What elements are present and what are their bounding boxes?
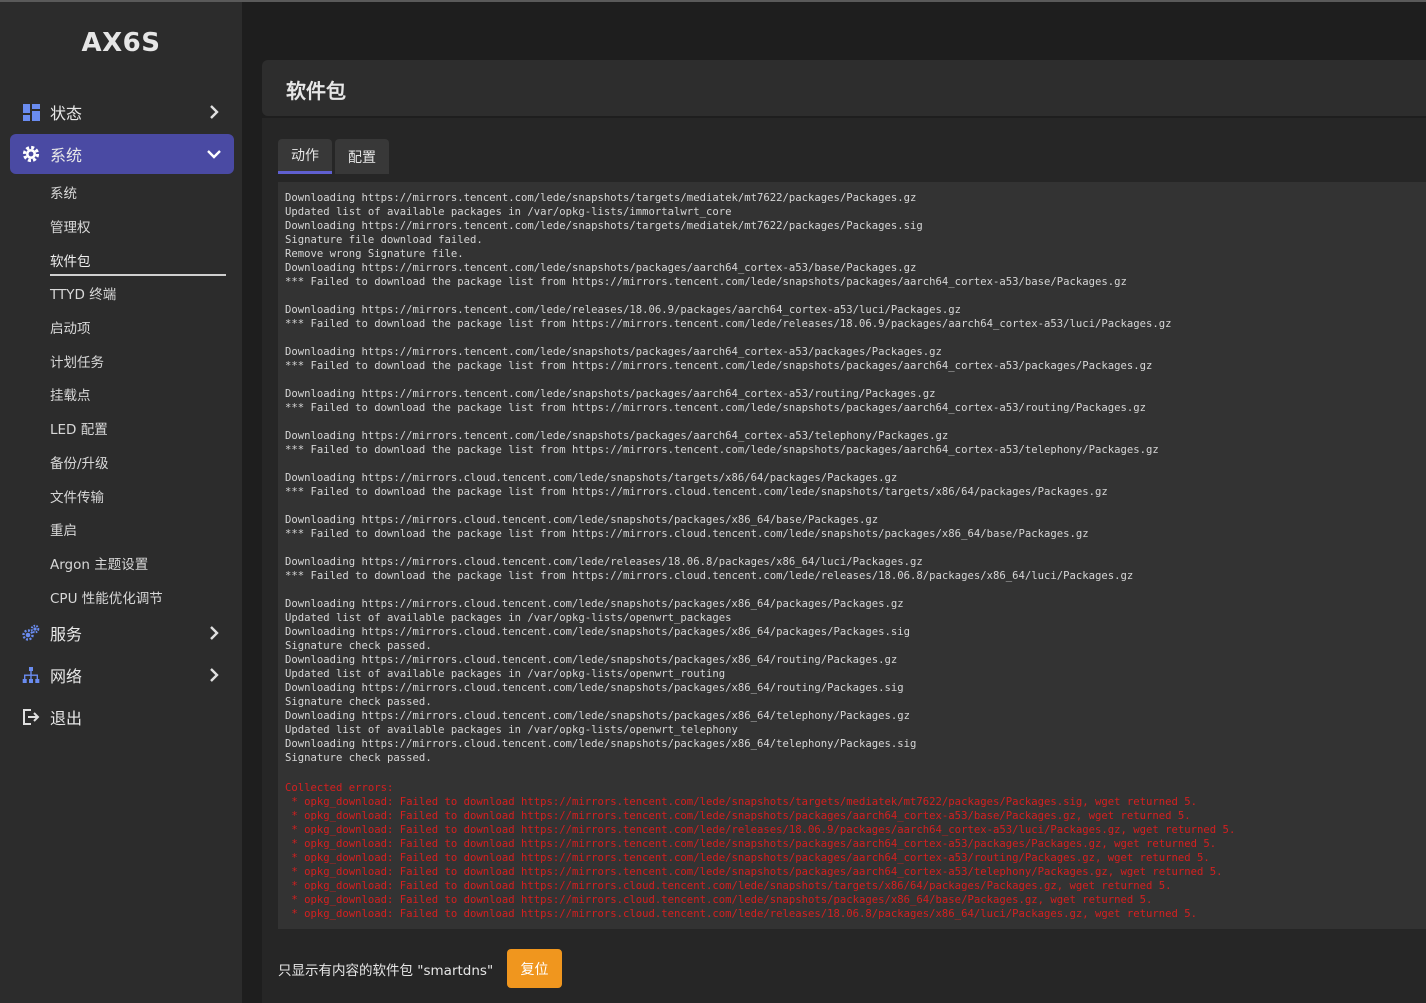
logout-icon bbox=[22, 708, 40, 726]
submenu-backup[interactable]: 备份/升级 bbox=[50, 452, 109, 472]
submenu-ttyd[interactable]: TTYD 终端 bbox=[50, 283, 116, 303]
submenu-mounts[interactable]: 挂载点 bbox=[50, 384, 91, 404]
chevron-right-icon bbox=[210, 668, 219, 682]
submenu-crontab[interactable]: 计划任务 bbox=[50, 351, 104, 371]
menu-logout[interactable]: 退出 bbox=[10, 697, 234, 737]
tab-actions[interactable]: 动作 bbox=[278, 139, 332, 174]
page-header: 软件包 bbox=[262, 60, 1426, 116]
menu-status-label: 状态 bbox=[50, 104, 83, 123]
menu-services[interactable]: 服务 bbox=[10, 613, 234, 653]
menu-status[interactable]: 状态 bbox=[10, 92, 234, 132]
chevron-right-icon bbox=[210, 105, 219, 119]
menu-network[interactable]: 网络 bbox=[10, 655, 234, 695]
log-error-text: Collected errors: * opkg_download: Faile… bbox=[285, 782, 1236, 920]
submenu-admin[interactable]: 管理权 bbox=[50, 216, 91, 236]
submenu-software[interactable]: 软件包 bbox=[50, 250, 91, 270]
reset-button[interactable]: 复位 bbox=[507, 949, 562, 988]
submenu-filetransfer[interactable]: 文件传输 bbox=[50, 486, 104, 506]
submenu-reboot[interactable]: 重启 bbox=[50, 519, 77, 539]
menu-system[interactable]: 系统 bbox=[10, 134, 234, 174]
page-title: 软件包 bbox=[286, 79, 346, 103]
cogs-icon bbox=[22, 624, 40, 642]
filter-status-text: 只显示有内容的软件包 "smartdns" bbox=[278, 963, 494, 979]
submenu-active-underline bbox=[50, 274, 226, 276]
gear-icon bbox=[22, 145, 40, 163]
log-output-text: Downloading https://mirrors.tencent.com/… bbox=[285, 192, 1172, 764]
network-icon bbox=[22, 666, 40, 684]
brand-logo: AX6S bbox=[81, 28, 161, 58]
submenu-led[interactable]: LED 配置 bbox=[50, 418, 108, 438]
output-log: Downloading https://mirrors.tencent.com/… bbox=[278, 182, 1426, 929]
dashboard-icon bbox=[22, 103, 40, 121]
chevron-right-icon bbox=[210, 626, 219, 640]
submenu-cpufreq[interactable]: CPU 性能优化调节 bbox=[50, 587, 163, 607]
chevron-down-icon bbox=[207, 150, 221, 159]
menu-services-label: 服务 bbox=[50, 625, 83, 644]
sidebar: AX6S 状态 系统 系统 管理权 软件包 TTYD 终端 启动项 计划任务 挂… bbox=[0, 2, 242, 1003]
submenu-argon[interactable]: Argon 主题设置 bbox=[50, 553, 148, 573]
tab-config[interactable]: 配置 bbox=[335, 139, 389, 174]
menu-network-label: 网络 bbox=[50, 667, 83, 686]
submenu-system[interactable]: 系统 bbox=[50, 182, 77, 202]
menu-system-label: 系统 bbox=[50, 146, 83, 165]
menu-logout-label: 退出 bbox=[50, 709, 83, 728]
submenu-startup[interactable]: 启动项 bbox=[50, 317, 91, 337]
